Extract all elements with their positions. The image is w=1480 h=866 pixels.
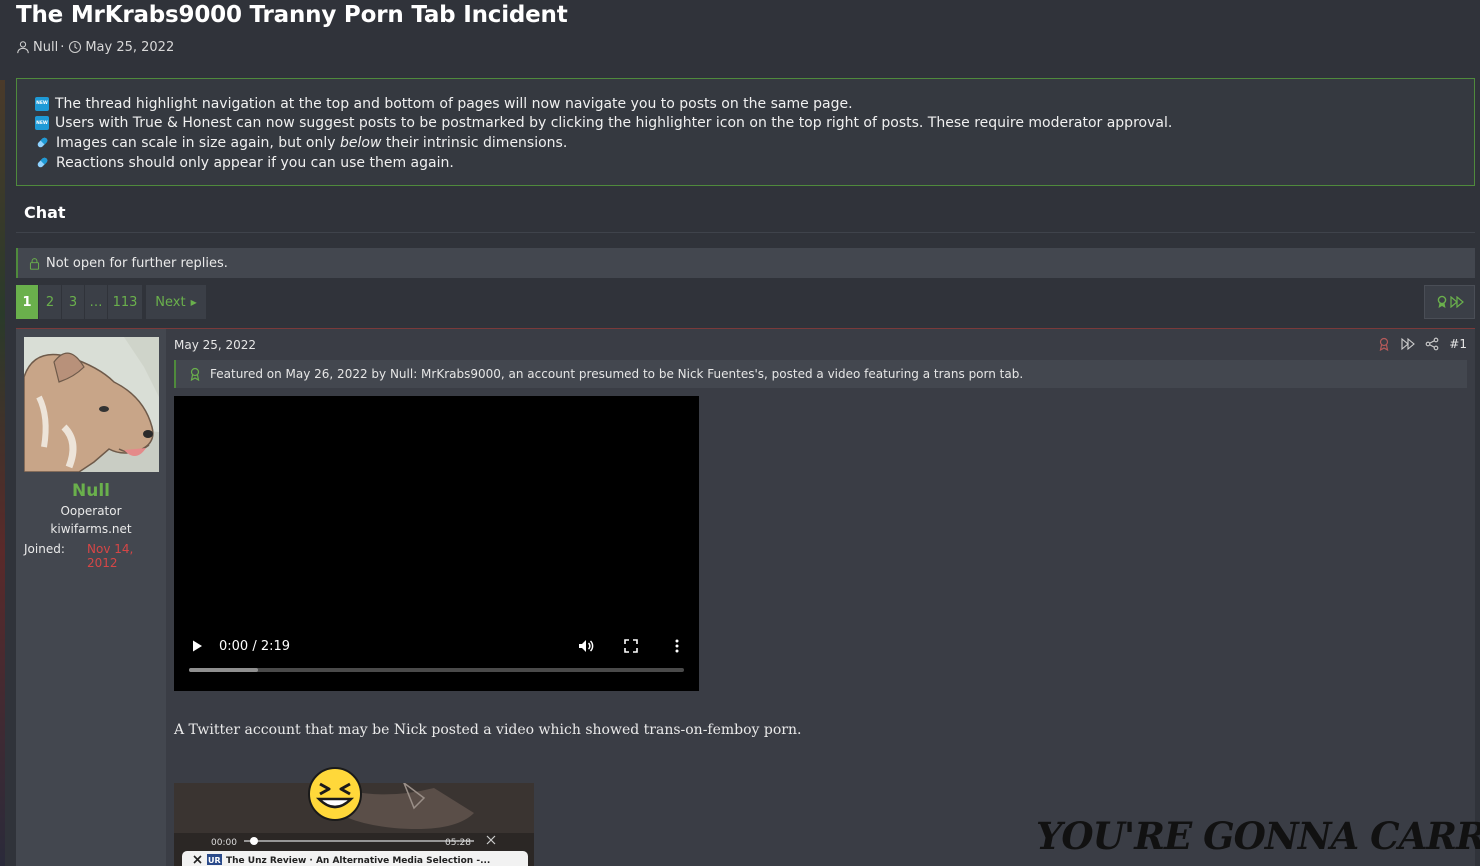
user-icon [17,41,29,54]
dog-avatar-image [24,337,159,472]
award-icon [190,367,200,381]
notice-text: Users with True & Honest can now suggest… [55,115,1173,132]
page-link-last[interactable]: 113 [108,285,142,319]
section-divider [16,232,1475,233]
pagination: 1 2 3 … 113 Next ▶ [16,285,207,319]
new-badge-icon: NEW [35,116,49,131]
embed-time-end: 05:28 [445,838,471,848]
pill-icon [37,157,48,168]
next-page-button[interactable]: Next ▶ [146,285,206,319]
left-edge-strip [0,80,5,866]
locked-notice: Not open for further replies. [16,248,1475,278]
locked-text: Not open for further replies. [46,255,228,271]
highlight-nav-button[interactable] [1424,285,1475,319]
share-icon[interactable] [1425,337,1439,351]
notice-text: Images can scale in size again, but only… [56,134,568,151]
page-title: The MrKrabs9000 Tranny Porn Tab Incident [16,2,568,28]
notice-item: Reactions should only appear if you can … [35,153,1474,173]
clock-icon [69,40,82,54]
page-ellipsis[interactable]: … [85,285,107,319]
notice-text: The thread highlight navigation at the t… [55,95,853,112]
embed-tab-title: The Unz Review · An Alternative Media Se… [226,856,490,866]
joined-date: Nov 14, 2012 [87,542,134,570]
section-title[interactable]: Chat [24,203,66,222]
notice-item: NEW Users with True & Honest can now sug… [35,114,1474,134]
new-badge-icon: NEW [35,96,49,111]
video-buffered-bar [189,668,259,672]
overlay-caption: YOU'RE GONNA CARRY THA [1036,814,1480,858]
user-site: kiwifarms.net [50,522,132,536]
meta-separator: · [60,39,65,55]
volume-icon[interactable] [577,637,595,655]
notice-text: Reactions should only appear if you can … [56,154,454,171]
video-progress-track[interactable] [189,668,684,672]
laughing-emoji-icon [308,767,362,821]
post: Null Ooperator kiwifarms.net Joined: Nov… [16,328,1475,866]
fast-forward-icon [1449,296,1464,308]
notice-item: Images can scale in size again, but only… [35,133,1474,153]
thread-date[interactable]: May 25, 2022 [85,40,174,55]
award-icon [1437,295,1446,308]
avatar[interactable] [24,337,159,472]
thread-author[interactable]: Null [33,40,58,55]
fast-forward-icon[interactable] [1401,337,1416,351]
username[interactable]: Null [16,481,166,501]
featured-notice: Featured on May 26, 2022 by Null: MrKrab… [174,360,1467,388]
embed-tab-icon: UR [208,856,221,865]
embed-time-start: 00:00 [211,838,237,848]
post-number[interactable]: #1 [1449,337,1467,351]
thread-meta: Null · May 25, 2022 [16,38,174,56]
fullscreen-icon[interactable] [624,639,638,653]
video-time: 0:00 / 2:19 [219,639,291,654]
user-title: Ooperator [60,504,122,518]
highlighter-icon[interactable] [1377,337,1391,351]
post-user-panel: Null Ooperator kiwifarms.net Joined: Nov… [16,329,166,866]
post-body-text: A Twitter account that may be Nick poste… [174,722,802,738]
page-current[interactable]: 1 [16,285,38,319]
page-link[interactable]: 2 [39,285,61,319]
page-link[interactable]: 3 [62,285,84,319]
pill-icon [37,138,48,148]
joined-label: Joined: [24,542,65,556]
more-options-icon[interactable] [670,639,684,653]
post-date[interactable]: May 25, 2022 [174,338,256,352]
video-player[interactable]: 0:00 / 2:19 [174,396,699,691]
post-actions: #1 [1377,337,1467,351]
featured-text: Featured on May 26, 2022 by Null: MrKrab… [210,367,1024,381]
play-icon[interactable] [190,639,204,653]
site-notice: NEW The thread highlight navigation at t… [16,78,1475,186]
next-label: Next [155,294,186,310]
notice-item: NEW The thread highlight navigation at t… [35,94,1474,114]
notice-emphasis: below [340,134,382,151]
caret-right-icon: ▶ [190,297,197,307]
lock-icon [29,257,40,270]
